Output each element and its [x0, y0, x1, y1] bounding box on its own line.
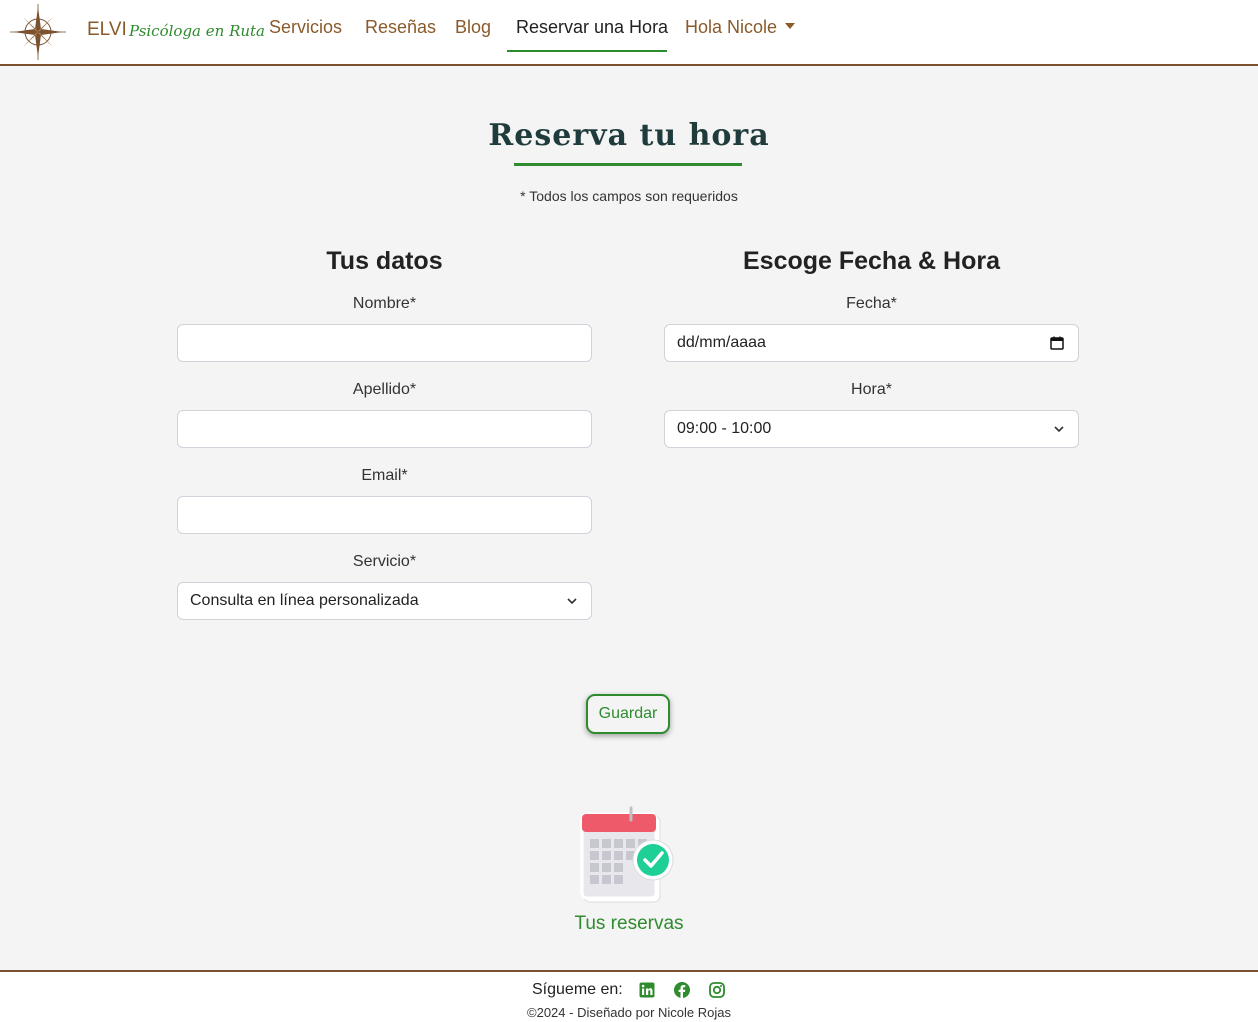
linkedin-icon[interactable] [638, 981, 656, 999]
fecha-label: Fecha* [846, 295, 897, 312]
compass-logo-icon[interactable] [10, 4, 66, 60]
calendar-check-icon[interactable] [577, 806, 681, 906]
nombre-label: Nombre* [352, 295, 417, 312]
fecha-date-input[interactable]: dd/mm/aaaa [664, 324, 1079, 362]
nav-servicios[interactable]: Servicios [269, 17, 342, 38]
chevron-down-icon [567, 598, 577, 605]
required-note: * Todos los campos son requeridos [520, 188, 738, 204]
hora-selected-value: 09:00 - 10:00 [677, 420, 772, 437]
nav-resenas[interactable]: Reseñas [365, 17, 436, 38]
servicio-selected-value: Consulta en línea personalizada [190, 592, 419, 609]
page-title: Reserva tu hora [488, 118, 770, 153]
user-greeting: Hola Nicole [685, 17, 778, 37]
calendar-picker-icon[interactable] [1050, 336, 1064, 350]
facebook-icon[interactable] [673, 981, 691, 999]
apellido-label: Apellido* [352, 381, 417, 398]
follow-label: Sígueme en: [532, 981, 623, 998]
navbar: ELVI Psicóloga en Ruta Servicios Reseñas… [0, 0, 1258, 66]
caret-down-icon [785, 23, 796, 30]
copyright: ©2024 - Diseñado por Nicole Rojas [527, 1005, 731, 1020]
save-button[interactable]: Guardar [586, 694, 670, 734]
chevron-down-icon [1054, 426, 1064, 433]
apellido-input[interactable] [177, 410, 592, 448]
hora-label: Hora* [851, 381, 892, 398]
personal-section-title: Tus datos [326, 247, 443, 275]
active-nav-underline [507, 50, 667, 52]
nav-reservar-hora[interactable]: Reservar una Hora [516, 17, 668, 38]
nav-user-dropdown[interactable]: Hola Nicole [685, 17, 796, 38]
email-label: Email* [361, 467, 408, 484]
schedule-section-title: Escoge Fecha & Hora [742, 247, 1001, 275]
nav-blog[interactable]: Blog [455, 17, 491, 38]
title-underline [514, 163, 742, 166]
brand-tagline[interactable]: Psicóloga en Ruta [129, 22, 265, 40]
servicio-select[interactable]: Consulta en línea personalizada [177, 582, 592, 620]
email-input[interactable] [177, 496, 592, 534]
hora-select[interactable]: 09:00 - 10:00 [664, 410, 1079, 448]
instagram-icon[interactable] [708, 981, 726, 999]
brand-name[interactable]: ELVI [87, 19, 127, 41]
servicio-label: Servicio* [352, 553, 417, 570]
fecha-placeholder: dd/mm/aaaa [677, 334, 766, 351]
tus-reservas-link[interactable]: Tus reservas [0, 913, 1258, 935]
nombre-input[interactable] [177, 324, 592, 362]
footer: Sígueme en: ©2024 - Diseñado por Nicole … [0, 970, 1258, 1022]
